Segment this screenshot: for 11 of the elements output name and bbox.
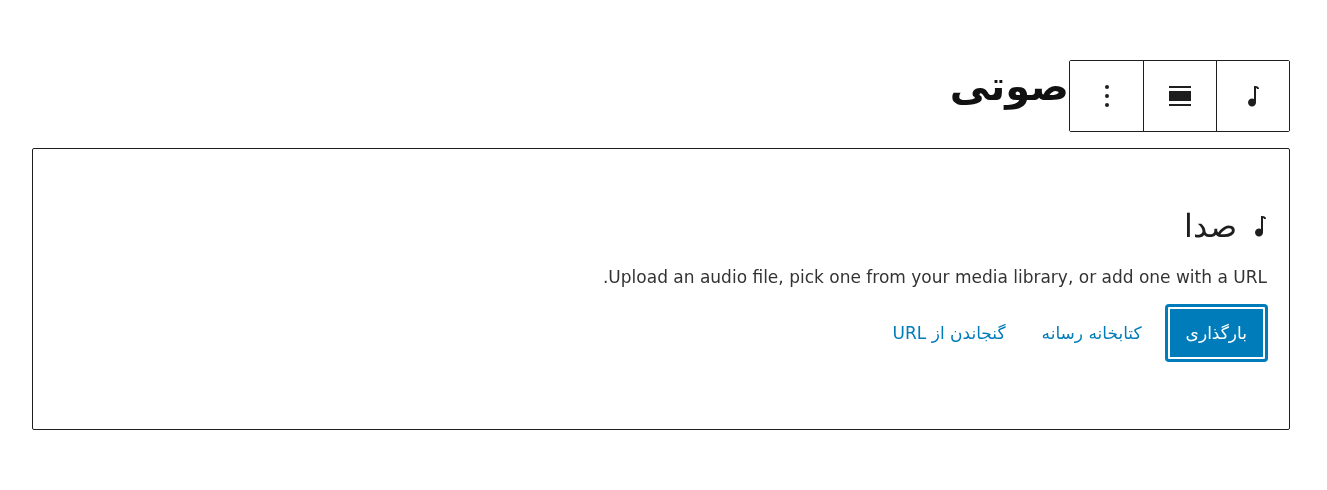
post-title[interactable]: صوتی <box>949 56 1069 116</box>
link-button[interactable]: گنجاندن از URL <box>880 305 1018 361</box>
more-icon <box>1104 85 1109 107</box>
audio-button[interactable] <box>1216 61 1289 131</box>
instructions: Upload an audio file, pick one from your media library, or add one with a URL. <box>601 267 1267 287</box>
block-label: صدا <box>1184 207 1237 245</box>
music-note-icon <box>1246 84 1260 108</box>
link-button[interactable]: کتابخانه رسانه <box>1029 305 1154 361</box>
align-icon <box>1169 86 1191 106</box>
music-note-icon <box>1253 214 1267 238</box>
upload-button[interactable]: بارگذاری <box>1165 305 1267 361</box>
